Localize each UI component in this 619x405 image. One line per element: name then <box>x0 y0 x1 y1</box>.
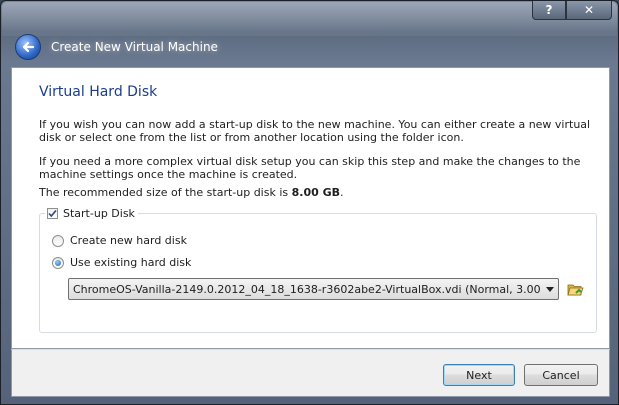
startup-disk-label: Start-up Disk <box>63 207 135 220</box>
window-title: Create New Virtual Machine <box>51 40 218 54</box>
close-button[interactable]: ✕ <box>566 1 612 20</box>
wizard-page: Virtual Hard Disk If you wish you can no… <box>11 67 610 349</box>
back-arrow-icon <box>22 41 35 53</box>
choose-disk-folder-button[interactable] <box>566 280 584 298</box>
caption-buttons: ? ✕ <box>532 1 612 21</box>
checkmark-icon <box>48 209 57 218</box>
help-button[interactable]: ? <box>532 1 566 20</box>
dropdown-arrow[interactable] <box>542 286 558 292</box>
dialog-window: ? ✕ Create New Virtual Machine Virtual H… <box>0 0 619 405</box>
recommended-size-value: 8.00 GB <box>291 186 341 199</box>
radio-button[interactable] <box>52 234 64 247</box>
next-button[interactable]: Next <box>443 364 515 386</box>
existing-disk-dropdown[interactable]: ChromeOS-Vanilla-2149.0.2012_04_18_1638-… <box>68 278 559 300</box>
title-bar: Create New Virtual Machine <box>9 31 610 63</box>
back-button[interactable] <box>15 34 41 60</box>
advanced-paragraph: If you need a more complex virtual disk … <box>39 155 581 181</box>
cancel-button[interactable]: Cancel <box>524 364 598 386</box>
selected-disk-value: ChromeOS-Vanilla-2149.0.2012_04_18_1638-… <box>73 282 542 296</box>
button-bar: Next Cancel <box>11 349 610 397</box>
recommended-suffix: . <box>340 186 344 199</box>
startup-disk-checkbox[interactable]: Start-up Disk <box>45 207 138 220</box>
checkbox-box[interactable] <box>47 208 58 219</box>
radio-label: Use existing hard disk <box>70 256 192 269</box>
radio-button-selected[interactable] <box>52 256 64 269</box>
radio-create-new-disk[interactable]: Create new hard disk <box>52 234 187 247</box>
page-title: Virtual Hard Disk <box>39 84 158 100</box>
chevron-down-icon <box>546 286 554 292</box>
radio-selected-dot <box>55 259 61 266</box>
radio-use-existing-disk[interactable]: Use existing hard disk <box>52 256 191 269</box>
folder-open-icon <box>566 284 584 295</box>
intro-paragraph: If you wish you can now add a start-up d… <box>39 118 591 144</box>
radio-label: Create new hard disk <box>70 234 187 247</box>
recommended-size-text: The recommended size of the start-up dis… <box>39 186 591 199</box>
recommended-prefix: The recommended size of the start-up dis… <box>39 186 292 199</box>
startup-disk-group: Start-up Disk Create new hard disk Use e… <box>39 207 597 333</box>
